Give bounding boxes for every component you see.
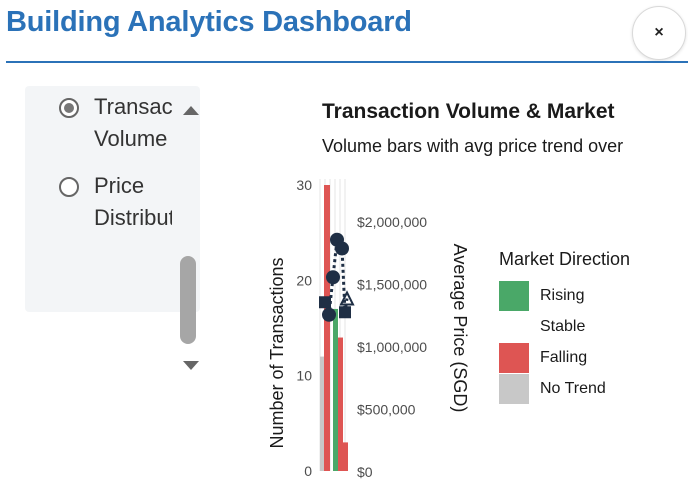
y-axis-label: Number of Transactions	[267, 257, 287, 448]
header-divider	[6, 61, 688, 63]
bar	[343, 442, 348, 471]
scrollbar-thumb[interactable]	[180, 256, 196, 344]
legend-swatch	[499, 312, 529, 342]
legend-swatch	[499, 281, 529, 311]
radio-label: Price Distribution	[94, 173, 172, 230]
radio-option-price-distribution[interactable]: Price Distribution	[59, 170, 172, 234]
y-tick-label: 30	[296, 177, 312, 193]
y2-tick-label: $1,000,000	[357, 339, 427, 355]
bar	[338, 337, 343, 471]
y2-tick-label: $0	[357, 464, 373, 480]
radio-button-checked[interactable]	[59, 98, 79, 118]
close-icon: ×	[654, 24, 664, 41]
scroll-down-arrow-icon[interactable]	[183, 361, 199, 370]
page-title: Building Analytics Dashboard	[6, 6, 412, 38]
chart-panel: Transaction Volume & Market Volume bars …	[250, 90, 688, 484]
price-point-marker	[322, 307, 336, 322]
legend-item: No Trend	[499, 374, 606, 404]
chart-selector-panel: Transaction Volume Price Distribution	[25, 86, 200, 312]
legend-swatch	[499, 374, 529, 404]
y2-axis-label: Average Price (SGD)	[450, 244, 470, 413]
legend-label: Rising	[540, 287, 585, 304]
chart-plot: 0 10 20 30 $0 $500,000 $1,000,000 $1,500,000 $2,…	[267, 177, 470, 480]
legend-label: Falling	[540, 349, 588, 366]
radio-button[interactable]	[59, 177, 79, 197]
y2-tick-label: $500,000	[357, 402, 416, 418]
bar	[333, 308, 338, 471]
legend-item: Falling	[499, 343, 587, 373]
legend-item: Rising	[499, 281, 584, 311]
y2-tick-label: $1,500,000	[357, 277, 427, 293]
legend-label: Stable	[540, 318, 586, 335]
radio-option-transaction-volume[interactable]: Transaction Volume	[59, 91, 172, 155]
scroll-up-arrow-icon[interactable]	[183, 106, 199, 115]
price-point-marker	[335, 241, 349, 256]
radio-label: Transaction Volume	[94, 94, 172, 151]
price-point-marker	[326, 270, 340, 285]
legend-label: No Trend	[540, 380, 606, 397]
price-point-marker	[339, 306, 351, 319]
legend-title: Market Direction	[499, 249, 631, 269]
y-tick-label: 20	[296, 272, 312, 288]
y-tick-label: 0	[304, 463, 312, 479]
legend-swatch	[499, 343, 529, 373]
y2-tick-label: $2,000,000	[357, 214, 427, 230]
y-tick-label: 10	[296, 368, 312, 384]
bar	[324, 185, 330, 471]
price-point-marker	[319, 296, 331, 309]
legend-item: Stable	[499, 312, 585, 342]
close-button[interactable]: ×	[632, 6, 686, 60]
